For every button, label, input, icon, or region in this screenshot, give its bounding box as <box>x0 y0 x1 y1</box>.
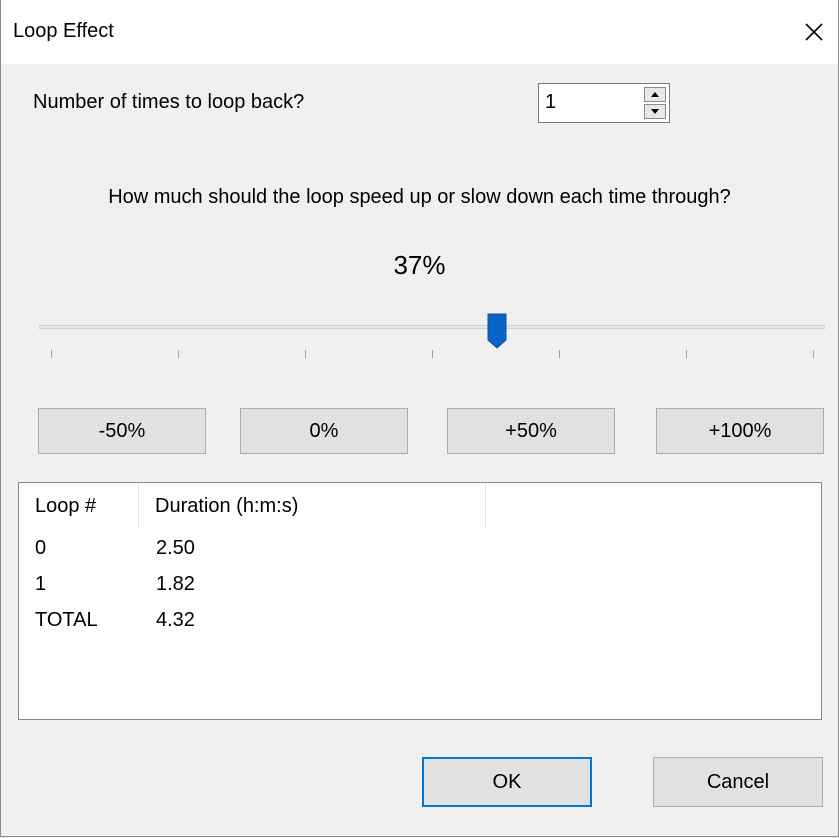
loop-count-label: Number of times to loop back? <box>33 91 305 113</box>
slider-thumb[interactable] <box>486 312 508 350</box>
loop-number-cell: 0 <box>35 537 47 559</box>
slider-tick <box>686 350 687 358</box>
preset-plus-50-button[interactable]: +50% <box>447 408 615 454</box>
loop-number-cell: TOTAL <box>35 609 98 631</box>
slider-tick <box>813 350 814 358</box>
slider-tick <box>305 350 306 358</box>
close-button[interactable] <box>790 0 838 64</box>
table-row[interactable]: 1 1.82 <box>19 569 821 603</box>
close-icon <box>805 23 823 41</box>
duration-cell: 2.50 <box>156 537 195 559</box>
slider-tick <box>432 350 433 358</box>
slider-tick <box>559 350 560 358</box>
arrow-up-icon <box>651 92 659 97</box>
arrow-down-icon <box>651 109 659 114</box>
preset-plus-100-button[interactable]: +100% <box>656 408 824 454</box>
spin-up-button[interactable] <box>644 87 666 102</box>
speed-slider[interactable] <box>39 300 825 370</box>
title-bar: Loop Effect <box>1 0 838 64</box>
table-row[interactable]: 0 2.50 <box>19 533 821 567</box>
slider-track[interactable] <box>39 325 825 329</box>
loop-count-value[interactable]: 1 <box>545 91 556 114</box>
loop-count-spinner[interactable]: 1 <box>538 83 670 123</box>
loop-effect-dialog: Loop Effect Number of times to loop back… <box>0 0 839 837</box>
spinner-buttons <box>644 87 666 119</box>
table-row[interactable]: TOTAL 4.32 <box>19 605 821 639</box>
column-header-loop[interactable]: Loop # <box>19 483 138 529</box>
loop-number-cell: 1 <box>35 573 47 595</box>
speed-question: How much should the loop speed up or slo… <box>108 186 731 208</box>
preset-0-button[interactable]: 0% <box>240 408 408 454</box>
speed-percent-label: 37% <box>393 250 446 280</box>
list-header: Loop # Duration (h:m:s) <box>19 483 821 529</box>
dialog-title: Loop Effect <box>13 20 114 42</box>
loop-duration-list[interactable]: Loop # Duration (h:m:s) 0 2.50 1 1.82 TO… <box>18 482 822 720</box>
duration-cell: 1.82 <box>156 573 195 595</box>
slider-tick <box>178 350 179 358</box>
slider-tick <box>51 350 52 358</box>
ok-button[interactable]: OK <box>422 757 592 807</box>
cancel-button[interactable]: Cancel <box>653 757 823 807</box>
preset-minus-50-button[interactable]: -50% <box>38 408 206 454</box>
spin-down-button[interactable] <box>644 104 666 119</box>
column-header-duration[interactable]: Duration (h:m:s) <box>139 483 485 529</box>
column-divider[interactable] <box>485 483 486 529</box>
duration-cell: 4.32 <box>156 609 195 631</box>
